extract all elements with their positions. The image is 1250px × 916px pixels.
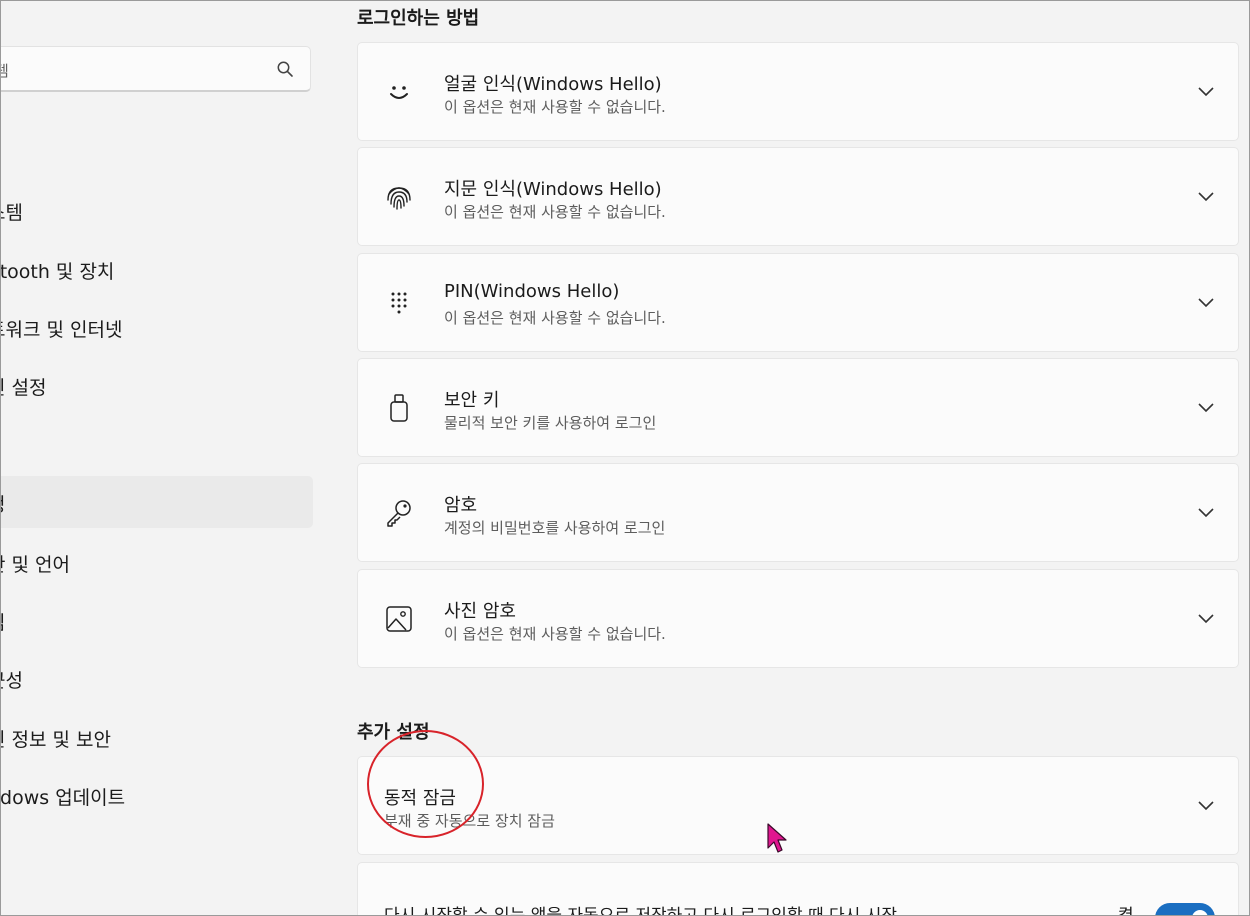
signin-option-pin[interactable]: PIN(Windows Hello) 이 옵션은 현재 사용할 수 없습니다. <box>357 253 1239 352</box>
pin-keypad-icon <box>391 292 407 314</box>
signin-option-password[interactable]: 암호 계정의 비밀번호를 사용하여 로그인 <box>357 463 1239 562</box>
section-title-signin: 로그인하는 방법 <box>357 8 480 29</box>
option-subtitle: 이 옵션은 현재 사용할 수 없습니다. <box>444 203 666 221</box>
restart-apps-toggle[interactable] <box>1155 903 1215 916</box>
search-box[interactable]: 템 <box>0 46 311 92</box>
option-title: 암호 <box>444 495 478 516</box>
toggle-state-label: 켬 <box>1118 906 1134 916</box>
signin-option-security-key[interactable]: 보안 키 물리적 보안 키를 사용하여 로그인 <box>357 358 1239 457</box>
signin-option-fingerprint[interactable]: 지문 인식(Windows Hello) 이 옵션은 현재 사용할 수 없습니다… <box>357 147 1239 246</box>
option-subtitle: 이 옵션은 현재 사용할 수 없습니다. <box>444 309 666 327</box>
chevron-down-icon[interactable] <box>1196 608 1216 628</box>
key-icon <box>387 500 411 527</box>
chevron-down-icon[interactable] <box>1196 502 1216 522</box>
chevron-down-icon[interactable] <box>1196 397 1216 417</box>
fingerprint-icon <box>387 187 411 210</box>
chevron-down-icon[interactable] <box>1196 795 1216 815</box>
picture-icon <box>386 606 412 632</box>
smile-face-icon <box>390 86 408 99</box>
sidebar-item-gaming[interactable]: 임 <box>0 594 313 646</box>
sidebar-item-windows-update[interactable]: ndows 업데이트 <box>0 769 313 821</box>
restart-apps-setting: 다시 시작할 수 있는 앱을 자동으로 저장하고 다시 로그인할 때 다시 시작… <box>357 862 1239 916</box>
option-title: 사진 암호 <box>444 601 516 622</box>
option-title: 보안 키 <box>444 390 500 411</box>
chevron-down-icon[interactable] <box>1196 186 1216 206</box>
option-title: 지문 인식(Windows Hello) <box>444 179 662 200</box>
toggle-knob <box>1192 910 1208 916</box>
chevron-down-icon[interactable] <box>1196 292 1216 312</box>
sidebar-item-personalization[interactable]: 인 설정 <box>0 359 313 411</box>
sidebar: 템 스템 etooth 및 장치 트워크 및 인터넷 인 설정 정 간 및 언어… <box>0 0 330 916</box>
search-icon[interactable] <box>276 60 294 78</box>
sidebar-item-accounts[interactable]: 정 <box>0 476 313 528</box>
dynamic-lock-setting[interactable]: 동적 잠금 부재 중 자동으로 장치 잠금 <box>357 756 1239 855</box>
signin-option-picture-password[interactable]: 사진 암호 이 옵션은 현재 사용할 수 없습니다. <box>357 569 1239 668</box>
signin-option-face[interactable]: 얼굴 인식(Windows Hello) 이 옵션은 현재 사용할 수 없습니다… <box>357 42 1239 141</box>
option-title: 얼굴 인식(Windows Hello) <box>444 74 662 95</box>
option-subtitle: 이 옵션은 현재 사용할 수 없습니다. <box>444 98 666 116</box>
option-title: 다시 시작할 수 있는 앱을 자동으로 저장하고 다시 로그인할 때 다시 시작 <box>384 906 898 916</box>
option-title: PIN(Windows Hello) <box>444 281 620 302</box>
usb-security-key-icon <box>390 394 408 422</box>
sidebar-item-bluetooth[interactable]: etooth 및 장치 <box>0 243 313 295</box>
sidebar-item-privacy-security[interactable]: 인 정보 및 보안 <box>0 711 313 763</box>
sidebar-item-system[interactable]: 스템 <box>0 184 313 236</box>
sidebar-item-time-language[interactable]: 간 및 언어 <box>0 536 313 588</box>
sidebar-item-network[interactable]: 트워크 및 인터넷 <box>0 301 313 353</box>
search-input[interactable]: 템 <box>0 60 9 81</box>
mouse-cursor-icon <box>767 823 787 853</box>
sidebar-item-accessibility[interactable]: 근성 <box>0 652 313 704</box>
option-subtitle: 물리적 보안 키를 사용하여 로그인 <box>444 414 657 432</box>
option-subtitle: 계정의 비밀번호를 사용하여 로그인 <box>444 519 666 537</box>
highlight-circle <box>367 730 484 838</box>
option-subtitle: 이 옵션은 현재 사용할 수 없습니다. <box>444 625 666 643</box>
chevron-down-icon[interactable] <box>1196 81 1216 101</box>
